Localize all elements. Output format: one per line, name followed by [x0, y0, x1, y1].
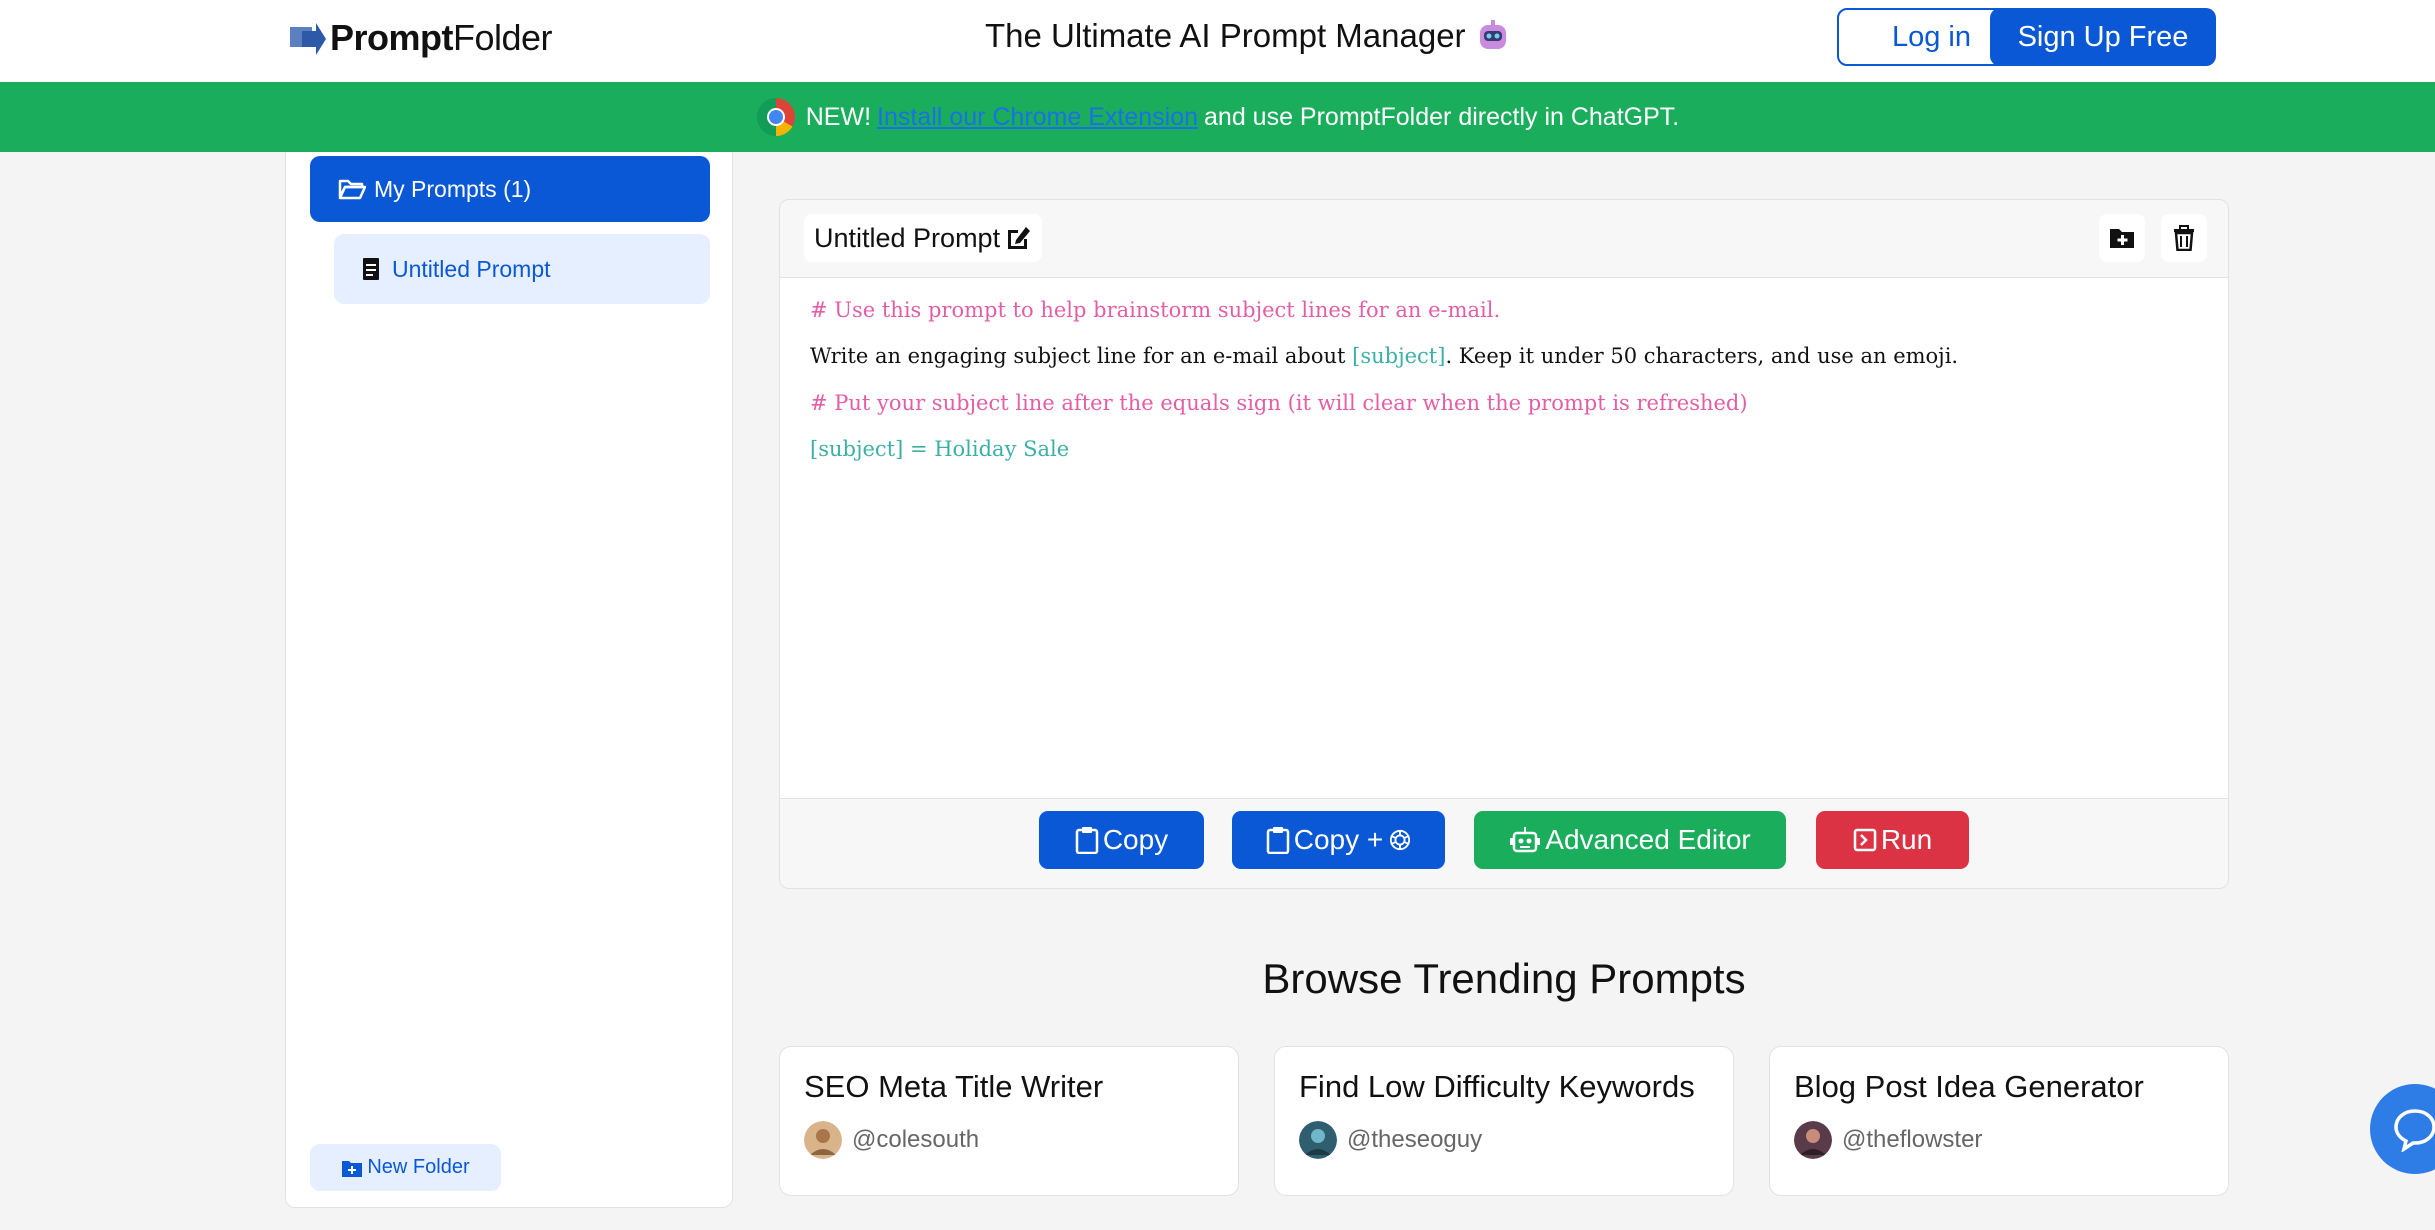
install-extension-link[interactable]: Install our Chrome Extension — [877, 103, 1198, 132]
card-author[interactable]: @colesouth — [804, 1121, 979, 1159]
move-to-folder-button[interactable] — [2099, 214, 2145, 262]
trending-card[interactable]: Blog Post Idea Generator @theflowster — [1769, 1046, 2229, 1196]
copy-label: Copy — [1102, 824, 1169, 855]
logo[interactable]: PromptFolder — [288, 17, 553, 58]
support-chat-button[interactable] — [2370, 1084, 2435, 1174]
logo-icon — [290, 23, 326, 55]
prompt-editor-card: Untitled Prompt # Use this prompt to hel… — [779, 199, 2229, 889]
robot-icon — [1479, 20, 1506, 49]
delete-prompt-button[interactable] — [2161, 214, 2207, 262]
prompt-line: Write an engaging subject line for an e-… — [810, 344, 1959, 368]
chat-bubble-icon — [2394, 1109, 2435, 1152]
avatar — [1299, 1121, 1337, 1159]
prompt-text-area[interactable]: # Use this prompt to help brainstorm sub… — [780, 278, 2228, 799]
banner-new-label: NEW! — [805, 102, 872, 131]
prompt-code: # Use this prompt to help brainstorm sub… — [810, 278, 1958, 461]
sidebar-item-untitled-prompt[interactable]: Untitled Prompt — [334, 234, 710, 304]
avatar — [804, 1121, 842, 1159]
sidebar-folder-my-prompts[interactable]: My Prompts (1) — [310, 156, 710, 222]
prompt-title[interactable]: Untitled Prompt — [804, 214, 1043, 262]
card-username: @theseoguy — [1347, 1126, 1483, 1153]
prompt-title-text: Untitled Prompt — [814, 222, 1001, 253]
chatgpt-icon — [1390, 829, 1411, 851]
card-title: Find Low Difficulty Keywords — [1299, 1069, 1695, 1104]
folder-plus-icon — [342, 1160, 363, 1177]
advanced-editor-label: Advanced Editor — [1545, 824, 1751, 855]
card-title: Blog Post Idea Generator — [1794, 1069, 2144, 1104]
run-label: Run — [1880, 824, 1933, 855]
subject-variable: [subject] — [1352, 344, 1446, 368]
copy-button[interactable]: Copy — [1039, 811, 1204, 869]
top-header: PromptFolder The Ultimate AI Prompt Mana… — [0, 0, 2435, 82]
card-author[interactable]: @theflowster — [1794, 1121, 1982, 1159]
signup-button[interactable]: Sign Up Free — [1990, 8, 2216, 66]
card-title: SEO Meta Title Writer — [804, 1069, 1104, 1104]
copy-plus-chatgpt-button[interactable]: Copy + — [1232, 811, 1445, 869]
comment-line-1: # Use this prompt to help brainstorm sub… — [810, 298, 1501, 322]
banner-text: and use PromptFolder directly in ChatGPT… — [1204, 102, 1680, 131]
folder-label: My Prompts (1) — [374, 175, 532, 202]
edit-icon[interactable] — [1004, 224, 1032, 252]
new-folder-label: New Folder — [367, 1156, 470, 1178]
folder-plus-icon — [2110, 229, 2134, 248]
clipboard-icon — [1266, 827, 1289, 854]
robot-icon — [1510, 827, 1541, 853]
tagline: The Ultimate AI Prompt Manager — [985, 17, 1510, 55]
new-folder-button[interactable]: New Folder — [310, 1144, 501, 1191]
card-username: @theflowster — [1842, 1126, 1983, 1153]
copy-plus-label: Copy + — [1293, 824, 1384, 855]
trending-card[interactable]: Find Low Difficulty Keywords @theseoguy — [1274, 1046, 1734, 1196]
editor-actions: Copy Copy + Advanced Editor Run — [780, 798, 2228, 888]
document-icon — [363, 258, 379, 280]
advanced-editor-button[interactable]: Advanced Editor — [1474, 811, 1786, 869]
clipboard-icon — [1075, 827, 1099, 854]
editor-header: Untitled Prompt — [780, 200, 2228, 278]
card-username: @colesouth — [852, 1126, 980, 1153]
run-button[interactable]: Run — [1816, 811, 1969, 869]
logo-text: PromptFolder — [330, 17, 553, 58]
terminal-icon — [1853, 828, 1877, 852]
variable-assignment-line: [subject] = Holiday Sale — [810, 437, 1070, 461]
open-folder-icon — [338, 179, 366, 200]
comment-line-2: # Put your subject line after the equals… — [810, 391, 1748, 415]
trending-card[interactable]: SEO Meta Title Writer @colesouth — [779, 1046, 1239, 1196]
sidebar: My Prompts (1) Untitled Prompt New Folde… — [285, 152, 733, 1208]
sidebar-item-label: Untitled Prompt — [392, 255, 551, 282]
tagline-text: The Ultimate AI Prompt Manager — [985, 17, 1466, 54]
chrome-icon — [756, 97, 795, 137]
chrome-extension-banner: NEW! Install our Chrome Extension and us… — [0, 82, 2435, 152]
trending-title: Browse Trending Prompts — [1262, 955, 1746, 1002]
card-author[interactable]: @theseoguy — [1299, 1121, 1482, 1159]
avatar — [1794, 1121, 1832, 1159]
trash-icon — [2174, 225, 2194, 251]
